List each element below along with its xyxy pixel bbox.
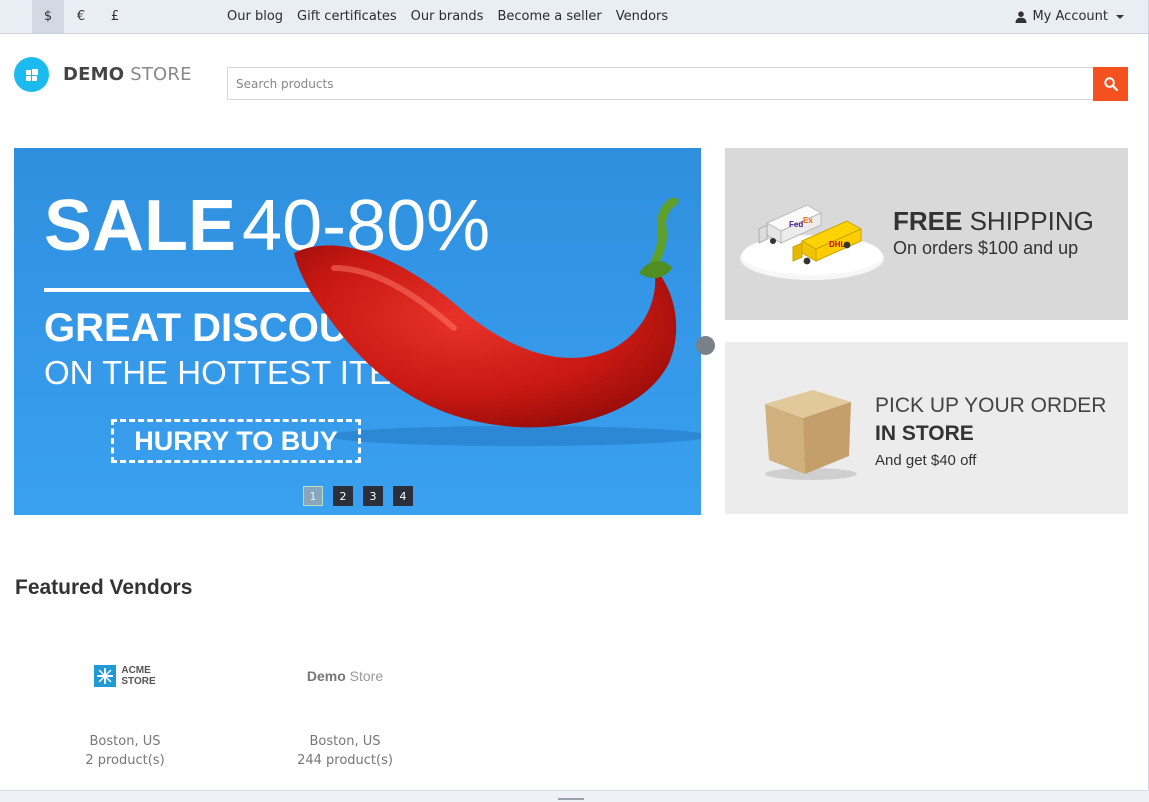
search-input[interactable] [228,68,1093,99]
svg-text:Fed: Fed [789,220,803,229]
link-our-brands[interactable]: Our brands [411,0,484,33]
link-our-blog[interactable]: Our blog [227,0,283,33]
free-shipping-title: FREE SHIPPING [893,206,1094,236]
top-links: Our blog Gift certificates Our brands Be… [227,0,668,33]
search-box [227,67,1093,100]
free-shipping-banner[interactable]: Fed Ex DHL FREE SHIPPING On orders $100 … [725,148,1128,320]
svg-text:DHL: DHL [829,240,846,249]
currency-eur[interactable]: € [65,0,97,33]
vendor-product-count: 244 product(s) [297,753,393,768]
link-vendors[interactable]: Vendors [616,0,668,33]
currency-gbp[interactable]: £ [99,0,131,33]
vendor-product-count: 2 product(s) [85,753,165,768]
vendor-location: Boston, US [89,734,161,749]
scroll-grip[interactable] [558,798,584,800]
my-account-menu[interactable]: My Account [1015,0,1124,33]
vendor-card-demo-store[interactable]: Demo Store Boston, US 244 product(s) [245,660,445,770]
resize-handle[interactable] [696,336,715,355]
user-icon [1015,10,1027,23]
cardboard-box-image [765,390,857,480]
vendor-logo-acme[interactable]: ACME STORE [25,660,225,692]
acme-logo-icon [94,665,117,687]
slide-dot-1[interactable]: 1 [303,486,323,506]
search-icon [1103,77,1118,91]
store-logo-text: DEMO STORE [63,64,192,85]
top-bar: $ € £ Our blog Gift certificates Our bra… [0,0,1148,34]
delivery-trucks-image: Fed Ex DHL [740,204,884,280]
pickup-title-line2: IN STORE [875,422,974,445]
vendor-location: Boston, US [309,734,381,749]
chevron-down-icon [1116,14,1124,19]
pickup-subtitle: And get $40 off [875,452,977,469]
featured-vendors-heading: Featured Vendors [15,576,193,599]
vendor-card-acme[interactable]: ACME STORE Boston, US 2 product(s) [25,660,225,770]
vendor-logo-demo-store[interactable]: Demo Store [245,660,445,692]
slide-dot-3[interactable]: 3 [363,486,383,506]
link-gift-certificates[interactable]: Gift certificates [297,0,397,33]
slide-dot-4[interactable]: 4 [393,486,413,506]
my-account-label: My Account [1032,9,1108,24]
acme-logo-text: ACME STORE [121,665,156,687]
slider-pagination: 1 2 3 4 [303,486,413,506]
pickup-title-line1: PICK UP YOUR ORDER [875,394,1107,417]
currency-usd[interactable]: $ [32,0,64,33]
free-shipping-subtitle: On orders $100 and up [893,238,1079,258]
store-logo[interactable]: DEMO STORE [14,57,192,92]
search-button[interactable] [1093,67,1128,101]
link-become-seller[interactable]: Become a seller [497,0,601,33]
demo-store-logo-text: Demo Store [306,668,384,684]
bottom-scroll-bar[interactable] [0,790,1149,802]
store-logo-icon [14,57,49,92]
hero-banner[interactable]: SALE40-80% GREAT DISCOUNTS ON THE HOTTES… [14,148,701,515]
pickup-in-store-banner[interactable]: PICK UP YOUR ORDER IN STORE And get $40 … [725,342,1128,514]
hurry-to-buy-button[interactable]: HURRY TO BUY [111,419,361,463]
svg-text:Ex: Ex [803,216,813,225]
slide-dot-2[interactable]: 2 [333,486,353,506]
